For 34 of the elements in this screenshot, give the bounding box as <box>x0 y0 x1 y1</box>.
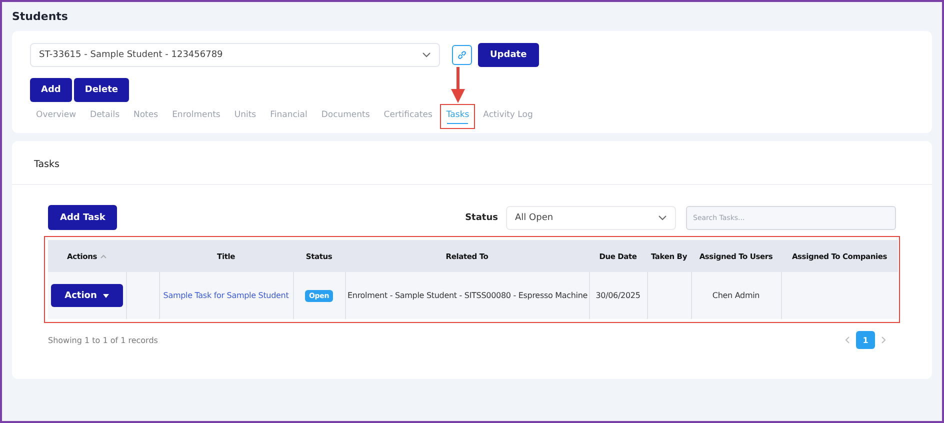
chevron-down-icon <box>422 52 431 58</box>
page-button[interactable]: 1 <box>856 331 875 349</box>
link-icon <box>457 50 467 60</box>
task-link[interactable]: Sample Task for Sample Student <box>163 291 289 300</box>
chevron-down-icon <box>658 214 667 220</box>
action-button[interactable]: Action <box>50 284 123 307</box>
chevron-left-icon <box>845 336 850 344</box>
student-select[interactable]: ST-33615 - Sample Student - 123456789 <box>30 43 440 67</box>
add-button[interactable]: Add <box>30 78 72 102</box>
page-title: Students <box>12 10 69 23</box>
tab[interactable]: Overview <box>30 104 82 129</box>
tab[interactable]: Activity Log <box>477 104 539 129</box>
status-label: Status <box>465 212 498 222</box>
arrow-annotation <box>450 67 466 105</box>
tab[interactable]: Units <box>228 104 262 129</box>
table-cell: 30/06/2025 <box>596 291 640 300</box>
tab[interactable]: Notes <box>128 104 164 129</box>
tab[interactable]: Documents <box>315 104 376 129</box>
section-title: Tasks <box>12 141 932 185</box>
status-select[interactable]: All Open <box>506 206 676 230</box>
tab[interactable]: Certificates <box>378 104 438 129</box>
sort-icon <box>100 254 107 258</box>
tab[interactable]: Financial <box>264 104 314 129</box>
delete-button[interactable]: Delete <box>74 78 130 102</box>
tab[interactable]: Details <box>84 104 126 129</box>
records-summary: Showing 1 to 1 of 1 records <box>48 336 158 344</box>
chevron-right-icon <box>881 336 886 344</box>
table-cell: Enrolment - Sample Student - SITSS00080 - Espresso Machine <box>348 291 588 300</box>
table-cell: Chen Admin <box>712 291 760 300</box>
link-button[interactable] <box>452 45 472 65</box>
update-button[interactable]: Update <box>478 43 539 67</box>
tab[interactable]: Enrolments <box>166 104 226 129</box>
add-task-button[interactable]: Add Task <box>48 205 118 230</box>
caret-icon <box>102 294 109 298</box>
